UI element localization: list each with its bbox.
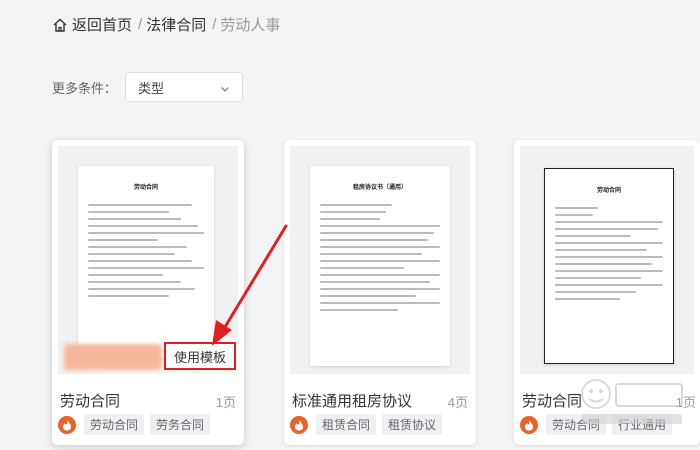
brand-flame-icon — [58, 415, 76, 434]
filter-label: 更多条件： — [52, 80, 118, 96]
breadcrumb-home-link[interactable]: 返回首页 — [72, 14, 132, 35]
type-select[interactable]: 类型 — [125, 72, 244, 102]
breadcrumb-separator: / — [138, 16, 143, 33]
brand-flame-icon — [520, 415, 538, 434]
filter-bar: 更多条件： 类型 — [52, 72, 244, 102]
tag[interactable]: 行业通用 — [612, 414, 673, 435]
tag[interactable]: 劳动合同 — [546, 414, 607, 435]
home-icon[interactable] — [52, 17, 68, 33]
card-tags: 劳动合同 行业通用 — [520, 414, 678, 435]
document-preview: 劳动合同 — [544, 168, 674, 364]
document-preview: 劳动合同 — [78, 166, 214, 358]
card-title[interactable]: 标准通用租房协议 — [292, 390, 412, 411]
document-preview-title: 劳动合同 — [596, 188, 621, 194]
use-template-button[interactable]: 使用模板 — [164, 342, 236, 370]
template-card[interactable]: 劳动合同 使用模板 劳动合同 1页 劳动合同 劳务合同 — [52, 140, 244, 445]
template-card[interactable]: 劳动合同 劳动合同 1页 劳动合同 行业通用 — [514, 140, 700, 445]
chevron-down-icon — [220, 82, 230, 92]
card-tags: 租赁合同 租赁协议 — [290, 414, 448, 435]
document-preview-title: 劳动合同 — [133, 185, 158, 191]
template-thumbnail[interactable]: 租房协议书（通用） — [290, 146, 470, 374]
template-thumbnail[interactable]: 劳动合同 — [520, 146, 694, 374]
card-page-count: 1页 — [215, 395, 236, 410]
tag[interactable]: 劳务合同 — [150, 414, 211, 435]
document-preview: 租房协议书（通用） — [310, 166, 450, 366]
template-card[interactable]: 租房协议书（通用） 标准通用租房协议 4页 租赁合同 租赁协议 — [284, 140, 476, 445]
type-select-value: 类型 — [138, 80, 165, 96]
breadcrumb-separator: / — [212, 16, 217, 33]
card-title[interactable]: 劳动合同 — [522, 390, 582, 411]
card-tags: 劳动合同 劳务合同 — [58, 414, 216, 435]
tag[interactable]: 租赁协议 — [382, 414, 443, 435]
breadcrumb-category-link[interactable]: 法律合同 — [146, 14, 206, 35]
tag[interactable]: 租赁合同 — [316, 414, 377, 435]
card-page-count: 4页 — [447, 395, 468, 410]
blurred-button[interactable] — [64, 344, 162, 370]
document-preview-title: 租房协议书（通用） — [352, 185, 407, 191]
tag[interactable]: 劳动合同 — [84, 414, 145, 435]
card-actions: 使用模板 — [58, 338, 238, 376]
breadcrumb: 返回首页 / 法律合同 / 劳动人事 — [52, 14, 280, 35]
card-page-count: 1页 — [675, 395, 696, 410]
brand-flame-icon — [290, 415, 308, 434]
breadcrumb-current: 劳动人事 — [220, 17, 281, 34]
card-title[interactable]: 劳动合同 — [60, 390, 120, 411]
